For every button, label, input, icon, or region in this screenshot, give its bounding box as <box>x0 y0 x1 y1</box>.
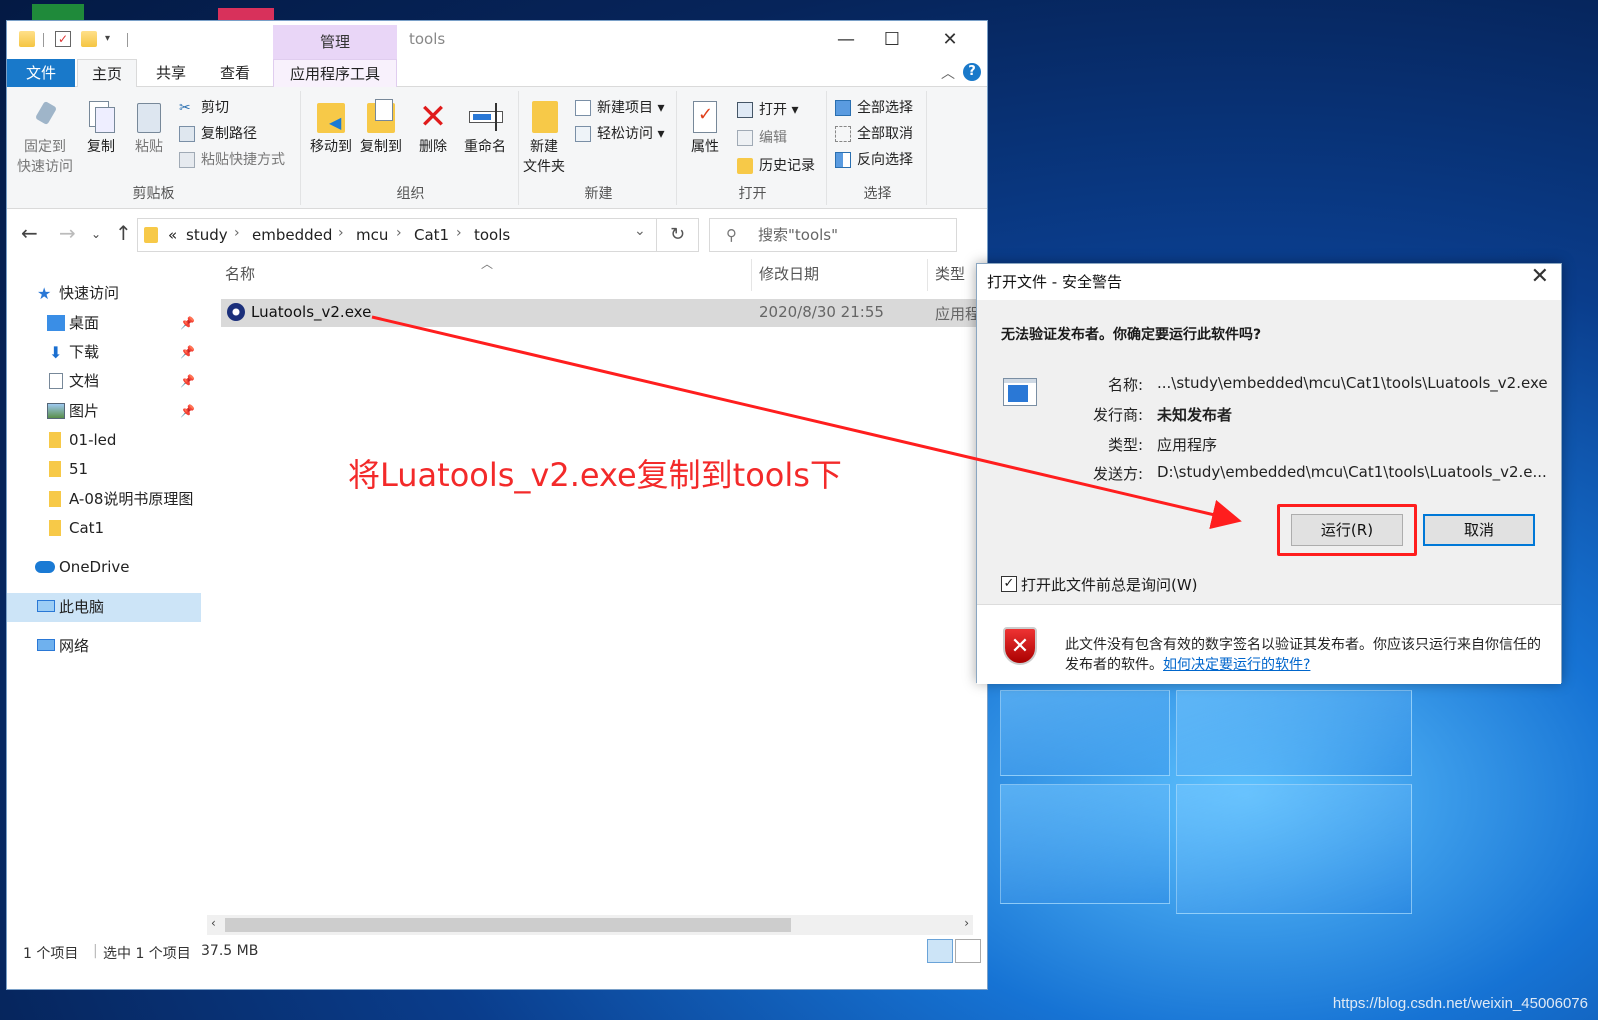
arrow-line <box>371 315 1242 530</box>
watermark: https://blog.csdn.net/weixin_45006076 <box>1332 995 1588 1012</box>
annotation-arrow <box>371 315 1242 530</box>
